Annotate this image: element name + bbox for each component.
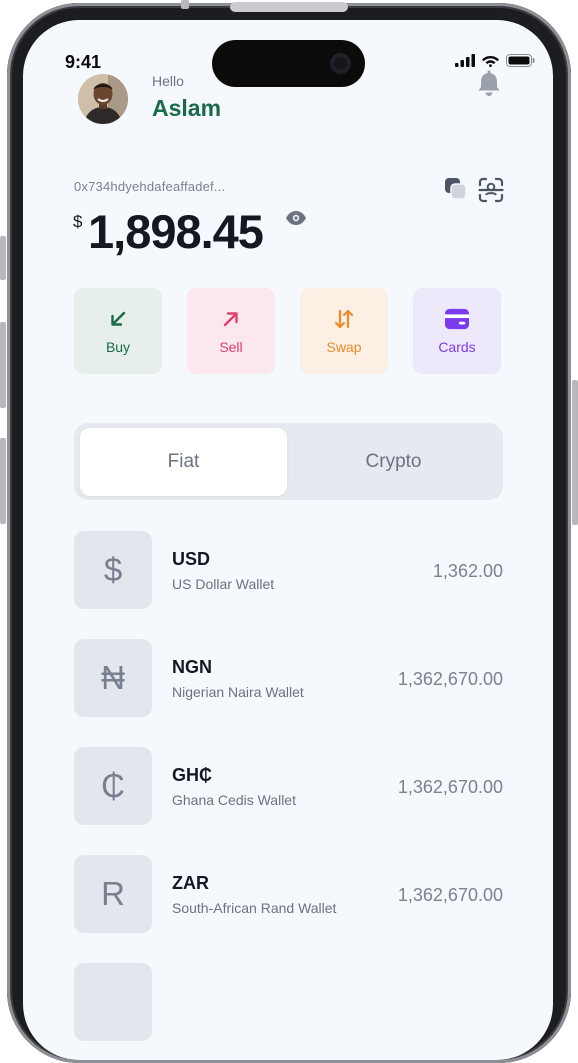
phone-power-button <box>572 380 578 525</box>
arrow-down-left-icon <box>111 311 126 326</box>
currency-symbol-icon: $ <box>74 531 152 609</box>
wallet-name: Nigerian Naira Wallet <box>172 684 304 700</box>
sell-label: Sell <box>219 339 243 355</box>
wallet-amount: 1,362,670.00 <box>397 885 503 905</box>
wallet-code: ZAR <box>172 873 209 893</box>
status-icons <box>455 53 535 67</box>
buy-button[interactable]: Buy <box>74 288 162 374</box>
sell-button[interactable]: Sell <box>187 288 275 374</box>
card-icon <box>445 308 469 330</box>
avatar[interactable] <box>78 74 128 124</box>
quick-actions: Buy Sell Swap Cards <box>74 288 502 374</box>
wallet-amount: 1,362,670.00 <box>397 777 503 797</box>
notification-bell-icon[interactable] <box>474 69 504 99</box>
currency-symbol-icon <box>74 963 152 1041</box>
front-camera <box>330 53 351 74</box>
wallet-code: NGN <box>172 657 212 677</box>
swap-icon <box>334 309 354 329</box>
phone-volume-up <box>0 322 6 408</box>
wallet-name: Ghana Cedis Wallet <box>172 792 296 808</box>
username: Aslam <box>152 95 222 121</box>
phone-top-button <box>181 0 189 9</box>
avatar-photo <box>78 74 128 124</box>
wallet-address: 0x734hdyehdafeaffadef... <box>74 179 226 194</box>
cards-button[interactable]: Cards <box>413 288 501 374</box>
cards-label: Cards <box>438 339 476 355</box>
tab-crypto[interactable]: Crypto <box>290 428 497 496</box>
phone-silent-switch <box>0 236 6 280</box>
buy-label: Buy <box>105 339 131 355</box>
eye-icon[interactable] <box>285 210 307 226</box>
copy-icon[interactable] <box>444 177 468 201</box>
arrow-up-right-icon <box>223 312 238 327</box>
wallet-item-zar[interactable]: R ZAR South-African Rand Wallet 1,362,67… <box>74 855 503 935</box>
phone-volume-down <box>0 438 6 524</box>
scan-icon[interactable] <box>478 177 504 203</box>
wallet-item-ghs[interactable]: ₵ GH₵ Ghana Cedis Wallet 1,362,670.00 <box>74 747 503 827</box>
greeting-text: Hello <box>152 73 184 89</box>
wallet-name: US Dollar Wallet <box>172 576 275 592</box>
wifi-icon <box>482 56 499 67</box>
wallet-code: USD <box>172 549 211 569</box>
battery-icon <box>506 53 535 67</box>
status-time: 9:41 <box>65 52 102 72</box>
dynamic-island <box>212 40 365 87</box>
balance-currency-symbol: $ <box>73 212 83 231</box>
swap-label: Swap <box>326 339 362 355</box>
wallet-item-usd[interactable]: $ USD US Dollar Wallet 1,362.00 <box>74 531 503 611</box>
wallet-item-ngn[interactable]: ₦ NGN Nigerian Naira Wallet 1,362,670.00 <box>74 639 503 719</box>
app-screen: 9:41 Hello Aslam 0x734hdyehdafeaffadef..… <box>23 20 553 1060</box>
wallet-item-partial[interactable] <box>74 963 503 1043</box>
wallet-name: South-African Rand Wallet <box>172 900 337 916</box>
balance-amount: 1,898.45 <box>88 205 264 258</box>
signal-icon <box>455 53 475 67</box>
currency-symbol-icon: R <box>74 855 152 933</box>
wallet-amount: 1,362.00 <box>432 561 503 581</box>
currency-symbol-icon: ₵ <box>74 747 152 825</box>
fiat-crypto-toggle: Fiat Crypto <box>74 423 503 500</box>
swap-button[interactable]: Swap <box>300 288 388 374</box>
tab-fiat[interactable]: Fiat <box>80 428 287 496</box>
currency-symbol-icon: ₦ <box>74 639 152 717</box>
phone-top-speaker <box>230 2 348 12</box>
wallet-amount: 1,362,670.00 <box>397 669 503 689</box>
wallet-code: GH₵ <box>172 765 212 785</box>
